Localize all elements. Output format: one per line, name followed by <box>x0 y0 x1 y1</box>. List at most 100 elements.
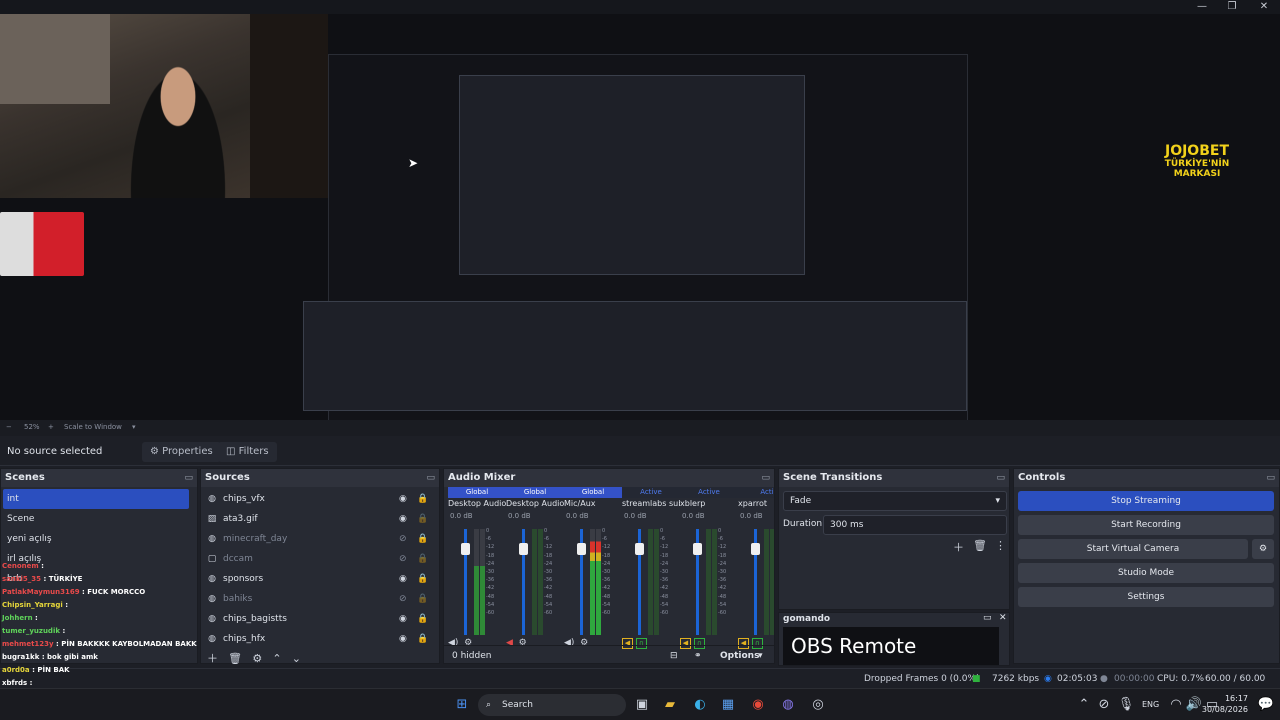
visibility-hidden-icon[interactable]: ⊘ <box>399 529 407 549</box>
add-source-icon[interactable]: ＋ <box>207 652 218 665</box>
unlock-icon[interactable]: 🔒 <box>417 589 428 609</box>
lock-icon[interactable]: 🔒 <box>417 629 428 649</box>
visibility-hidden-icon[interactable]: ⊘ <box>399 549 407 569</box>
file-explorer-icon[interactable]: ▰ <box>660 695 680 715</box>
wifi-icon[interactable]: ◠ <box>1166 695 1186 715</box>
mixer-link-icon[interactable]: ⚭ <box>694 646 702 663</box>
stop-streaming-button[interactable]: Stop Streaming <box>1018 491 1274 511</box>
network-off-icon[interactable]: ⊘ <box>1094 695 1114 715</box>
close-icon[interactable]: ✕ <box>999 613 1007 623</box>
unlock-icon[interactable]: 🔒 <box>417 549 428 569</box>
channel-mode-tag[interactable]: Acti <box>738 487 774 498</box>
move-up-icon[interactable]: ⌃ <box>272 652 281 665</box>
obs-icon[interactable]: ◎ <box>808 695 828 715</box>
visibility-eye-icon[interactable]: ◉ <box>399 629 407 649</box>
task-view-icon[interactable]: ▣ <box>632 695 652 715</box>
channel-mode-tag[interactable]: Global <box>448 487 506 498</box>
start-icon[interactable]: ⊞ <box>452 695 472 715</box>
lock-icon[interactable]: 🔒 <box>417 609 428 629</box>
mixer-options-button[interactable]: Options <box>720 646 759 663</box>
db-scale-tick: -48 <box>660 593 669 600</box>
mixer-layout-icon[interactable]: ⊟ <box>670 646 678 663</box>
visibility-eye-icon[interactable]: ◉ <box>399 509 407 529</box>
channel-name[interactable]: streamlabs sub <box>622 499 680 508</box>
scene-item[interactable]: yeni açılış <box>3 529 189 549</box>
maximize-button[interactable]: ❐ <box>1216 0 1248 14</box>
studio-mode-button[interactable]: Studio Mode <box>1018 563 1274 583</box>
channel-mode-tag[interactable]: Active <box>622 487 680 498</box>
discord-icon[interactable]: ◍ <box>778 695 798 715</box>
duration-input[interactable]: 300 ms <box>823 515 1007 535</box>
source-item[interactable]: ◍ chips_hfx ◉ 🔒 <box>203 629 435 649</box>
store-icon[interactable]: ▦ <box>718 695 738 715</box>
channel-mode-tag[interactable]: Active <box>680 487 738 498</box>
close-button[interactable]: ✕ <box>1248 0 1280 14</box>
source-item[interactable]: ◍ chips_bagistts ◉ 🔒 <box>203 609 435 629</box>
channel-name[interactable]: Desktop Audio 2 <box>506 499 564 508</box>
visibility-eye-icon[interactable]: ◉ <box>399 489 407 509</box>
source-item[interactable]: ◍ sponsors ◉ 🔒 <box>203 569 435 589</box>
dock-popout-icon[interactable]: ▭ <box>1266 469 1275 487</box>
fader-handle[interactable] <box>693 543 702 555</box>
fader-handle[interactable] <box>461 543 470 555</box>
fader-handle[interactable] <box>519 543 528 555</box>
visibility-eye-icon[interactable]: ◉ <box>399 569 407 589</box>
scale-dropdown-icon[interactable]: ▾ <box>132 423 136 431</box>
remove-source-icon[interactable]: 🗑 <box>228 652 242 665</box>
source-item[interactable]: ◍ minecraft_day ⊘ 🔒 <box>203 529 435 549</box>
zoom-in-icon[interactable]: + <box>48 423 54 431</box>
channel-mode-tag[interactable]: Global <box>564 487 622 498</box>
transition-select[interactable]: Fade ▾ <box>783 491 1007 511</box>
lock-icon[interactable]: 🔒 <box>417 529 428 549</box>
unlock-icon[interactable]: 🔒 <box>417 509 428 529</box>
visibility-hidden-icon[interactable]: ⊘ <box>399 589 407 609</box>
add-transition-icon[interactable]: ＋ <box>953 539 964 555</box>
source-item[interactable]: ▢ dccam ⊘ 🔒 <box>203 549 435 569</box>
channel-mode-tag[interactable]: Global <box>506 487 564 498</box>
scene-item[interactable]: Scene <box>3 509 189 529</box>
fader-handle[interactable] <box>635 543 644 555</box>
db-scale-tick: -42 <box>602 585 611 592</box>
properties-button[interactable]: ⚙ Properties <box>142 442 221 462</box>
virtual-camera-settings-icon[interactable]: ⚙ <box>1252 539 1274 559</box>
visibility-eye-icon[interactable]: ◉ <box>399 609 407 629</box>
lock-icon[interactable]: 🔒 <box>417 569 428 589</box>
language-indicator[interactable]: ENG <box>1142 700 1159 709</box>
more-options-icon[interactable]: ⋮ <box>995 539 1006 552</box>
fader-handle[interactable] <box>577 543 586 555</box>
program-preview[interactable]: JOJOBET TÜRKİYE'NİN MARKASI ➤ <box>0 14 1280 426</box>
chevron-down-icon[interactable]: ▾ <box>758 646 763 663</box>
dock-popout-icon[interactable]: ▭ <box>761 469 770 487</box>
source-item[interactable]: ◍ bahiks ⊘ 🔒 <box>203 589 435 609</box>
source-settings-icon[interactable]: ⚙ <box>252 652 262 665</box>
microphone-icon[interactable]: 🎙 <box>1116 695 1136 715</box>
dock-popout-icon[interactable]: ▭ <box>426 469 435 487</box>
lock-icon[interactable]: 🔒 <box>417 489 428 509</box>
chrome-icon[interactable]: ◉ <box>748 695 768 715</box>
settings-button[interactable]: Settings <box>1018 587 1274 607</box>
source-item[interactable]: ◍ chips_vfx ◉ 🔒 <box>203 489 435 509</box>
chevron-up-icon[interactable]: ⌃ <box>1074 695 1094 715</box>
channel-name[interactable]: Desktop Audio <box>448 499 506 508</box>
filters-button[interactable]: ◫ Filters <box>218 442 277 462</box>
channel-name[interactable]: xblerp <box>680 499 738 508</box>
dock-popout-icon[interactable]: ▭ <box>184 469 193 487</box>
source-item[interactable]: ▨ ata3.gif ◉ 🔒 <box>203 509 435 529</box>
minimize-button[interactable]: — <box>1186 0 1218 14</box>
clock[interactable]: 16:17 30/08/2026 <box>1202 693 1248 715</box>
fader-handle[interactable] <box>751 543 760 555</box>
taskbar-search[interactable]: ⌕ Search <box>478 694 626 716</box>
start-recording-button[interactable]: Start Recording <box>1018 515 1274 535</box>
channel-name[interactable]: xparrot <box>738 499 774 508</box>
channel-name[interactable]: Mic/Aux <box>564 499 622 508</box>
move-down-icon[interactable]: ⌄ <box>292 652 301 665</box>
scene-item[interactable]: int <box>3 489 189 509</box>
dock-popout-icon[interactable]: ▭ <box>983 613 992 623</box>
remove-transition-icon[interactable]: 🗑 <box>973 539 987 552</box>
edge-icon[interactable]: ◐ <box>690 695 710 715</box>
zoom-out-icon[interactable]: − <box>6 423 12 431</box>
notification-icon[interactable]: 💬 <box>1256 695 1276 715</box>
dock-popout-icon[interactable]: ▭ <box>996 469 1005 487</box>
scale-mode[interactable]: Scale to Window <box>64 423 122 431</box>
start-virtual-camera-button[interactable]: Start Virtual Camera <box>1018 539 1248 559</box>
